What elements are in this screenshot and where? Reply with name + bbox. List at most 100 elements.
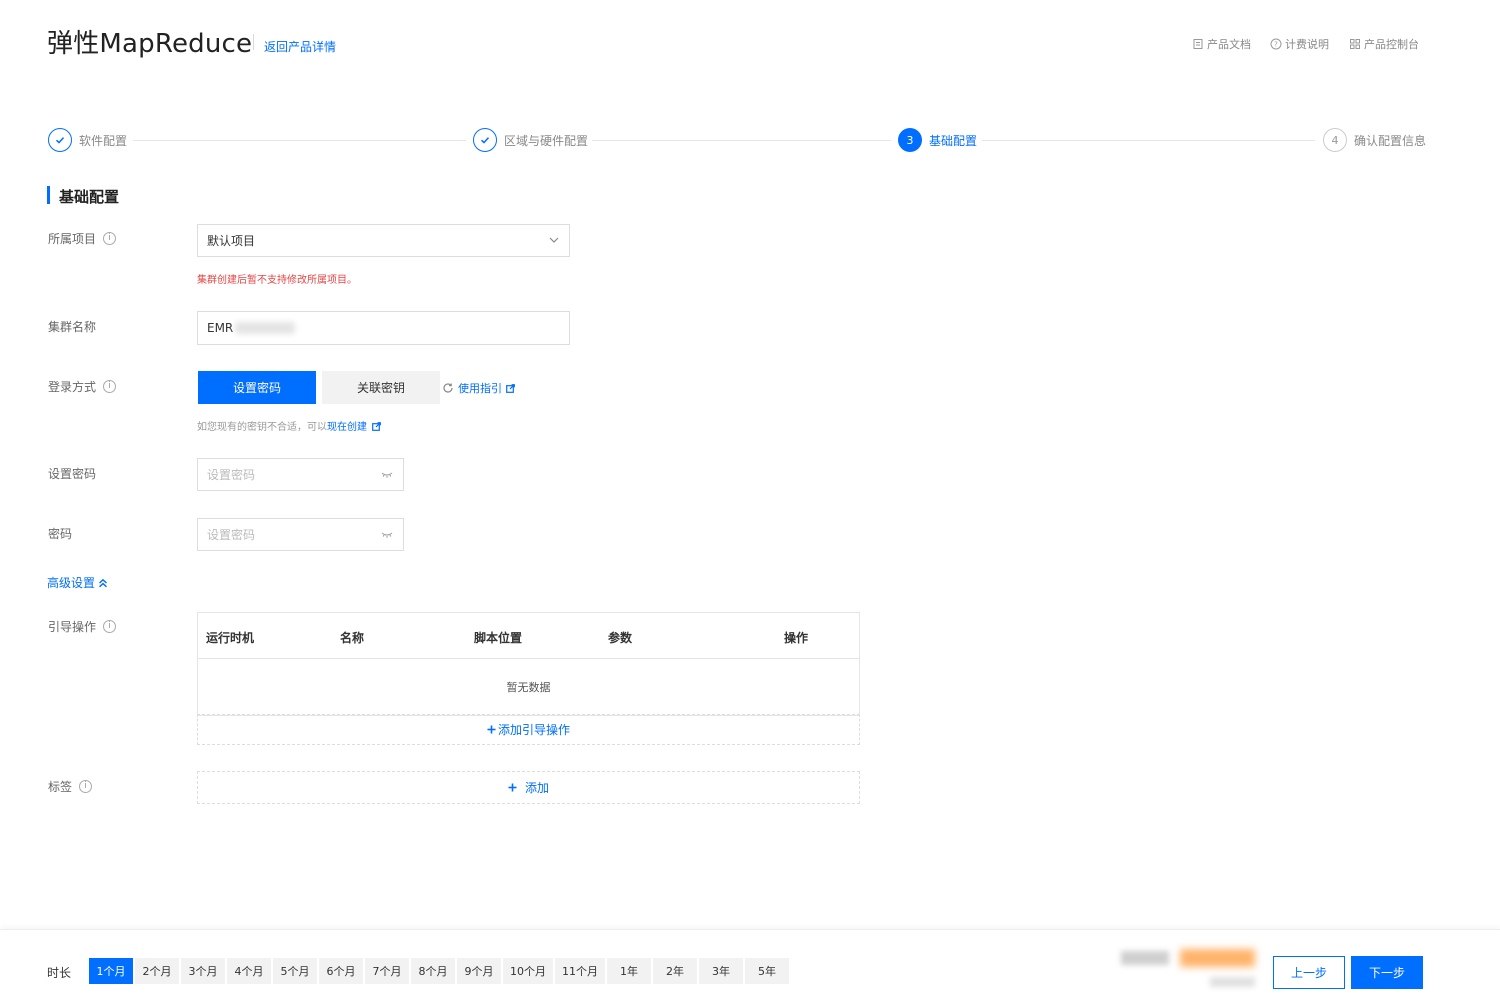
- product-docs-link[interactable]: 产品文档: [1192, 36, 1251, 52]
- column-header: 操作: [784, 631, 809, 645]
- duration-option[interactable]: 5个月: [273, 958, 317, 984]
- previous-step-button[interactable]: 上一步: [1273, 956, 1345, 989]
- plus-icon: [508, 783, 517, 792]
- billing-label: 计费说明: [1285, 38, 1329, 51]
- column-header: 脚本位置: [474, 631, 523, 645]
- key-hint-text: 如您现有的密钥不合适，可以: [197, 422, 327, 433]
- step-label: 基础配置: [929, 133, 978, 148]
- app-title: 弹性MapReduce: [47, 29, 253, 59]
- check-icon: [473, 128, 497, 152]
- section-accent-bar: [47, 186, 50, 204]
- info-icon[interactable]: i: [103, 620, 117, 633]
- section-title: 基础配置: [59, 188, 120, 206]
- cluster-name-label: 集群名称: [48, 318, 96, 335]
- duration-option[interactable]: 5年: [745, 958, 789, 984]
- console-link[interactable]: 产品控制台: [1349, 36, 1419, 52]
- project-label: 所属项目 i: [48, 230, 117, 247]
- redacted-price-label: [1121, 951, 1169, 965]
- check-icon: [48, 128, 72, 152]
- duration-option[interactable]: 10个月: [503, 958, 553, 984]
- external-link-icon: [372, 422, 382, 431]
- password-label: 密码: [48, 525, 72, 542]
- confirm-password-input[interactable]: 设置密码: [197, 518, 404, 551]
- redacted-price-detail: [1210, 977, 1255, 987]
- step-label: 确认配置信息: [1354, 133, 1427, 148]
- advanced-settings-toggle[interactable]: 高级设置: [47, 574, 108, 591]
- product-docs-label: 产品文档: [1207, 38, 1251, 51]
- duration-option[interactable]: 9个月: [457, 958, 501, 984]
- step-software-config: 软件配置: [48, 128, 127, 152]
- associate-key-option[interactable]: 关联密钥: [322, 371, 440, 404]
- chevron-double-up-icon: [99, 578, 107, 587]
- bootstrap-label: 引导操作 i: [48, 618, 117, 635]
- plus-icon: [487, 725, 496, 734]
- step-basic-config: 3 基础配置: [898, 128, 977, 152]
- duration-option[interactable]: 3个月: [181, 958, 225, 984]
- project-label-text: 所属项目: [48, 232, 97, 246]
- tags-label-text: 标签: [48, 780, 73, 794]
- duration-option[interactable]: 2个月: [135, 958, 179, 984]
- step-connector: [133, 140, 466, 141]
- document-icon: [1193, 39, 1203, 49]
- step-connector: [982, 140, 1315, 141]
- info-icon[interactable]: i: [79, 780, 93, 793]
- duration-option[interactable]: 6个月: [319, 958, 363, 984]
- duration-options: 1个月 2个月 3个月 4个月 5个月 6个月 7个月 8个月 9个月 10个月 11个月 1年 2年 3…: [89, 958, 791, 984]
- eye-closed-icon[interactable]: [381, 471, 393, 479]
- step-number: 4: [1323, 128, 1347, 152]
- duration-option[interactable]: 4个月: [227, 958, 271, 984]
- step-confirm: 4 确认配置信息: [1323, 128, 1426, 152]
- info-icon[interactable]: i: [103, 380, 117, 393]
- duration-option[interactable]: 7个月: [365, 958, 409, 984]
- duration-option[interactable]: 3年: [699, 958, 743, 984]
- table-header: 运行时机 名称 脚本位置 参数 操作: [198, 613, 859, 659]
- external-link-icon: [506, 383, 515, 393]
- duration-option[interactable]: 1年: [607, 958, 651, 984]
- add-tag-label: 添加: [524, 781, 549, 795]
- grid-icon: [1350, 39, 1360, 49]
- help-icon: ?: [1270, 38, 1282, 50]
- step-number: 3: [898, 128, 922, 152]
- login-method-label-text: 登录方式: [48, 380, 97, 394]
- key-hint: 如您现有的密钥不合适，可以现在创建: [197, 418, 382, 433]
- bootstrap-label-text: 引导操作: [48, 620, 97, 634]
- add-bootstrap-label: 添加引导操作: [497, 723, 570, 737]
- duration-option[interactable]: 1个月: [89, 958, 133, 984]
- login-method-label: 登录方式 i: [48, 378, 117, 395]
- duration-option[interactable]: 11个月: [555, 958, 605, 984]
- duration-option[interactable]: 8个月: [411, 958, 455, 984]
- title-divider: [253, 34, 254, 50]
- info-icon[interactable]: i: [103, 232, 117, 245]
- create-key-link[interactable]: 现在创建: [327, 422, 367, 433]
- cluster-name-input[interactable]: EMR: [197, 311, 570, 345]
- advanced-settings-label: 高级设置: [47, 576, 96, 590]
- project-select-value: 默认项目: [207, 234, 256, 248]
- step-label: 区域与硬件配置: [504, 133, 589, 148]
- add-bootstrap-button[interactable]: 添加引导操作: [197, 714, 860, 745]
- set-password-placeholder: 设置密码: [207, 468, 256, 482]
- usage-guide-link[interactable]: 使用指引: [442, 380, 515, 396]
- refresh-icon[interactable]: [442, 382, 454, 394]
- next-step-button[interactable]: 下一步: [1351, 956, 1423, 989]
- table-empty-state: 暂无数据: [506, 681, 551, 694]
- step-label: 软件配置: [79, 133, 128, 148]
- project-select[interactable]: 默认项目: [197, 224, 570, 257]
- column-header: 参数: [608, 631, 633, 645]
- step-region-hardware: 区域与硬件配置: [473, 128, 588, 152]
- add-tag-button[interactable]: 添加: [197, 771, 860, 804]
- set-password-input[interactable]: 设置密码: [197, 458, 404, 491]
- chevron-down-icon: [549, 237, 559, 243]
- back-to-product-link[interactable]: 返回产品详情: [264, 38, 336, 55]
- cluster-name-label-text: 集群名称: [48, 320, 97, 334]
- usage-guide-label: 使用指引: [458, 382, 502, 395]
- eye-closed-icon[interactable]: [381, 531, 393, 539]
- redacted-price-value: [1180, 949, 1255, 967]
- cluster-name-value: EMR: [207, 321, 234, 335]
- billing-link[interactable]: ? 计费说明: [1270, 36, 1329, 52]
- duration-label: 时长: [47, 966, 72, 980]
- duration-option[interactable]: 2年: [653, 958, 697, 984]
- svg-text:?: ?: [1274, 41, 1278, 49]
- column-header: 名称: [340, 631, 365, 645]
- bootstrap-table: 运行时机 名称 脚本位置 参数 操作 暂无数据: [197, 612, 860, 716]
- set-password-option[interactable]: 设置密码: [198, 371, 316, 404]
